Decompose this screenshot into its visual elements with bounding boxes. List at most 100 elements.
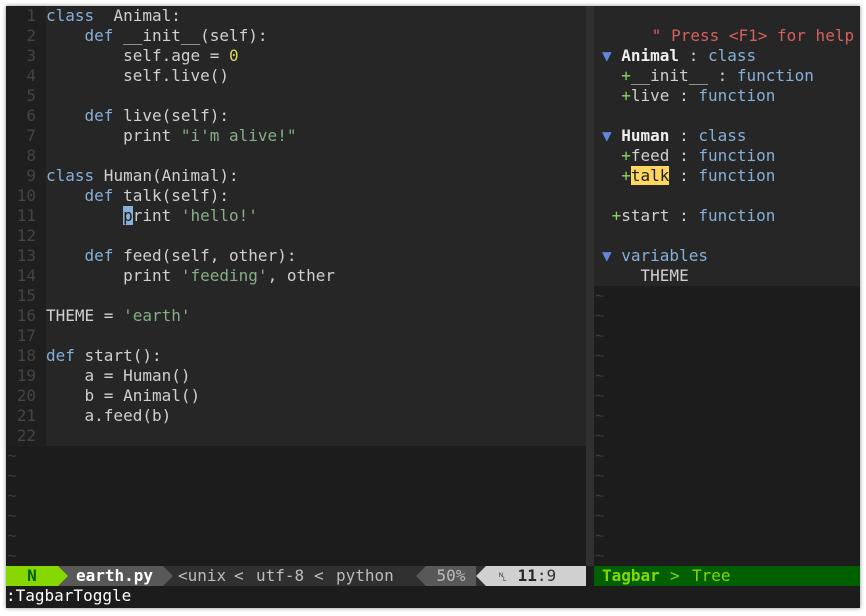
help-text: " Press <F1> for help xyxy=(651,26,855,45)
tag-text: start xyxy=(621,206,670,225)
code-line[interactable]: 14 print 'feeding', other xyxy=(6,266,586,286)
code-token: a.feed(b) xyxy=(46,406,172,425)
code-line[interactable]: 3 self.age = 0 xyxy=(6,46,586,66)
tilde-marker: ~ xyxy=(595,506,605,525)
code-line[interactable]: 17 xyxy=(6,326,586,346)
code-line[interactable]: 16 THEME = 'earth' xyxy=(6,306,586,326)
line-number: 2 xyxy=(26,26,36,45)
tagbar-item[interactable]: THEME xyxy=(602,266,689,286)
command-line[interactable]: :TagbarToggle xyxy=(6,586,860,608)
tagbar-item[interactable]: +live : function xyxy=(602,86,775,106)
line-number: 19 xyxy=(16,366,36,385)
tilde-marker: ~ xyxy=(595,486,605,505)
code-token: print xyxy=(46,266,181,285)
tilde-marker: ~ xyxy=(595,346,605,365)
code-token: def xyxy=(84,26,114,45)
powerline-separator-icon xyxy=(416,566,426,586)
fold-triangle-icon: ▼ xyxy=(602,246,622,265)
fold-triangle-icon: ▼ xyxy=(602,46,622,65)
tilde-marker: ~ xyxy=(7,486,17,505)
tilde-marker: ~ xyxy=(595,286,605,305)
tilde-marker: ~ xyxy=(595,446,605,465)
tag-text xyxy=(602,66,621,85)
tagbar-pane[interactable]: " Press <F1> for help ▼ Animal : class +… xyxy=(594,6,860,566)
code-line[interactable]: 2 def __init__(self): xyxy=(6,26,586,46)
tag-kind: class xyxy=(698,126,747,145)
line-number: 16 xyxy=(16,306,36,325)
line-number: 15 xyxy=(16,286,36,305)
tag-text: : xyxy=(669,146,699,165)
tagbar-item[interactable]: +talk : function xyxy=(602,166,775,186)
code-token: self.age = xyxy=(46,46,230,65)
code-line[interactable]: 9 class Human(Animal): xyxy=(6,166,586,186)
code-line[interactable]: 5 xyxy=(6,86,586,106)
code-text: def __init__(self): xyxy=(46,26,268,46)
vertical-split-divider[interactable] xyxy=(586,6,594,566)
code-line[interactable]: 12 xyxy=(6,226,586,246)
tagbar-help-hint: " Press <F1> for help xyxy=(594,6,854,45)
code-line[interactable]: 13 def feed(self, other): xyxy=(6,246,586,266)
code-line[interactable]: 11 print 'hello!' xyxy=(6,206,586,226)
tagbar-item[interactable]: ▼ variables xyxy=(602,246,708,266)
plus-icon: + xyxy=(621,66,631,85)
code-line[interactable]: 7 print "i'm alive!" xyxy=(6,126,586,146)
code-token: class xyxy=(46,166,95,185)
tagbar-item[interactable]: +feed : function xyxy=(602,146,775,166)
line-number: 6 xyxy=(26,106,36,125)
line-number: 3 xyxy=(26,46,36,65)
line-number: 1 xyxy=(26,6,36,25)
code-text: print 'feeding', other xyxy=(46,266,335,286)
tilde-marker: ~ xyxy=(595,546,605,565)
powerline-separator-icon xyxy=(476,566,486,586)
code-line[interactable]: 6 def live(self): xyxy=(6,106,586,126)
code-token: def xyxy=(84,106,114,125)
editor-pane[interactable]: 1 class Animal: 2 def __init__(self): 3 sel… xyxy=(6,6,586,566)
code-text: THEME = 'earth' xyxy=(46,306,191,326)
tag-kind: variables xyxy=(621,246,708,265)
fileformat: <unix xyxy=(178,566,227,585)
code-line[interactable]: 22 xyxy=(6,426,586,446)
line-number: 13 xyxy=(16,246,36,265)
tag-text: : xyxy=(669,166,699,185)
highlighted-tag: talk xyxy=(630,166,670,185)
code-line[interactable]: 1 class Animal: xyxy=(6,6,586,26)
code-token: rint xyxy=(132,206,181,225)
code-line[interactable]: 15 xyxy=(6,286,586,306)
code-text: print 'hello!' xyxy=(46,206,258,226)
code-line[interactable]: 8 xyxy=(6,146,586,166)
vim-window: 1 class Animal: 2 def __init__(self): 3 sel… xyxy=(6,6,860,608)
code-line[interactable]: 4 self.live() xyxy=(6,66,586,86)
tilde-marker: ~ xyxy=(7,526,17,545)
fold-triangle-icon: ▼ xyxy=(602,126,622,145)
tagbar-item[interactable]: ▼ Human : class xyxy=(602,126,747,146)
tilde-marker: ~ xyxy=(595,306,605,325)
code-line[interactable]: 10 def talk(self): xyxy=(6,186,586,206)
tag-scope-name: Animal xyxy=(621,46,680,65)
code-line[interactable]: 20 b = Animal() xyxy=(6,386,586,406)
tagbar-item[interactable]: ▼ Animal : class xyxy=(602,46,756,66)
tilde-marker: ~ xyxy=(595,406,605,425)
plus-icon: + xyxy=(602,206,622,225)
tag-scope-name: Human xyxy=(621,126,670,145)
code-text: def talk(self): xyxy=(46,186,230,206)
code-line[interactable]: 21 a.feed(b) xyxy=(6,406,586,426)
code-line[interactable]: 18 def start(): xyxy=(6,346,586,366)
tag-text: : xyxy=(669,206,699,225)
tagbar-item[interactable]: +__init__ : function xyxy=(602,66,814,86)
plus-icon: + xyxy=(621,166,631,185)
code-line[interactable]: 19 a = Human() xyxy=(6,366,586,386)
line-number: 7 xyxy=(26,126,36,145)
statusline: N earth.py <unix < utf-8 < python 50% ␤ 1… xyxy=(6,566,586,586)
code-token: , other xyxy=(267,266,335,285)
line-number: 22 xyxy=(16,426,36,445)
tag-text xyxy=(602,86,621,105)
tagbar-item[interactable]: +start : function xyxy=(602,206,776,226)
tilde-marker: ~ xyxy=(595,326,605,345)
code-token: 'hello!' xyxy=(180,206,258,225)
chevron-left-icon: < xyxy=(314,566,324,585)
tag-kind: function xyxy=(698,86,776,105)
code-text: self.age = 0 xyxy=(46,46,239,66)
